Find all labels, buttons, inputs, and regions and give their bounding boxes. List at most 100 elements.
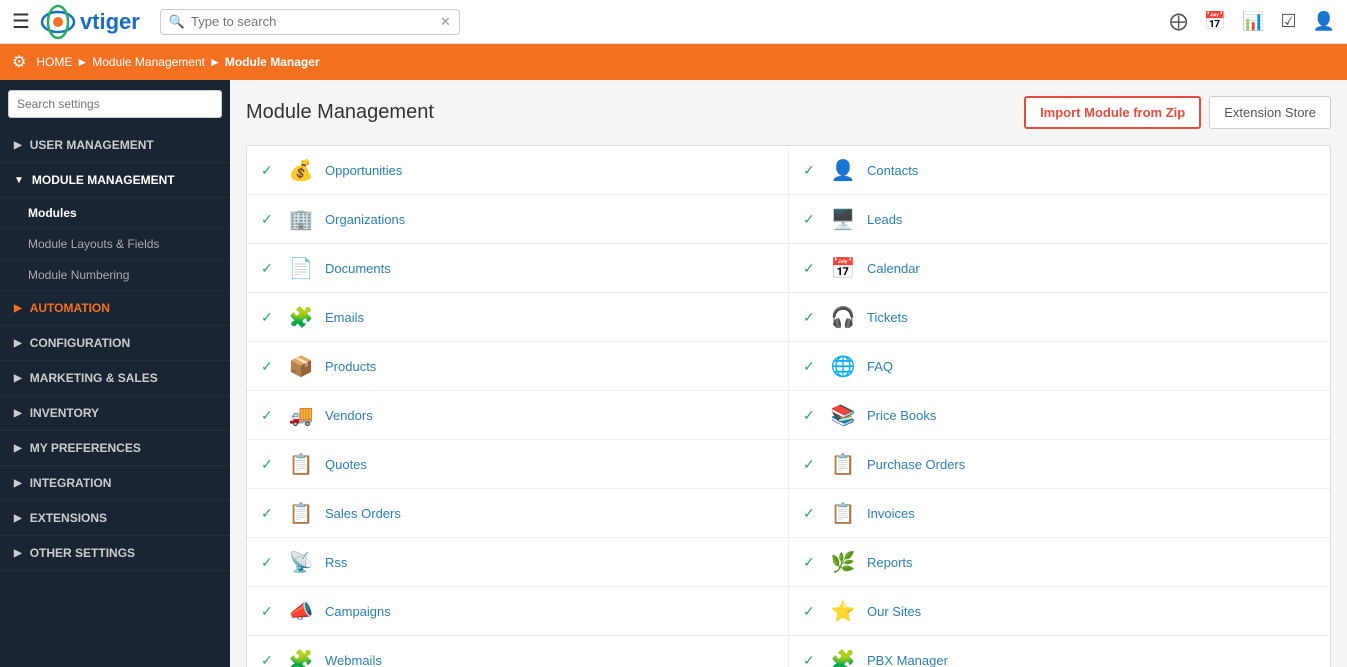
module-link-right-10[interactable]: PBX Manager	[867, 653, 948, 667]
content-header: Module Management Import Module from Zip…	[246, 96, 1331, 129]
table-row: ✓ 🧩 Emails ✓ 🎧 Tickets	[247, 293, 1330, 342]
sidebar-sub-numbering[interactable]: Module Numbering	[0, 260, 230, 291]
sidebar: ▶ USER MANAGEMENT ▼ MODULE MANAGEMENT Mo…	[0, 80, 230, 667]
module-cell-left-7: ✓ 📋 Sales Orders	[247, 489, 789, 537]
module-link-left-0[interactable]: Opportunities	[325, 163, 402, 178]
sidebar-search-container	[0, 80, 230, 128]
gear-icon: ⚙	[12, 52, 26, 72]
breadcrumb-home[interactable]: HOME	[36, 55, 72, 69]
sidebar-item-marketing[interactable]: ▶ MARKETING & SALES	[0, 361, 230, 396]
module-cell-right-2: ✓ 📅 Calendar	[789, 244, 1330, 292]
menu-icon[interactable]: ☰	[12, 9, 30, 34]
module-icon-left-2: 📄	[287, 254, 315, 282]
module-link-left-3[interactable]: Emails	[325, 310, 364, 325]
page-title: Module Management	[246, 101, 434, 124]
module-icon-left-0: 💰	[287, 156, 315, 184]
logo: vtiger	[40, 4, 140, 40]
sidebar-search-input[interactable]	[8, 90, 222, 118]
search-bar[interactable]: 🔍 ✕	[160, 9, 460, 35]
search-input[interactable]	[191, 14, 440, 29]
module-link-right-2[interactable]: Calendar	[867, 261, 920, 276]
module-link-left-5[interactable]: Vendors	[325, 408, 373, 423]
module-icon-right-3: 🎧	[829, 303, 857, 331]
module-cell-left-0: ✓ 💰 Opportunities	[247, 146, 789, 194]
module-link-left-4[interactable]: Products	[325, 359, 376, 374]
module-link-left-8[interactable]: Rss	[325, 555, 347, 570]
module-cell-left-3: ✓ 🧩 Emails	[247, 293, 789, 341]
module-link-left-7[interactable]: Sales Orders	[325, 506, 401, 521]
extension-store-button[interactable]: Extension Store	[1209, 96, 1331, 129]
module-cell-left-4: ✓ 📦 Products	[247, 342, 789, 390]
module-link-right-8[interactable]: Reports	[867, 555, 913, 570]
module-check-right-8: ✓	[803, 554, 819, 571]
chevron-right-icon: ▶	[14, 140, 22, 151]
table-row: ✓ 💰 Opportunities ✓ 👤 Contacts	[247, 146, 1330, 195]
module-link-left-6[interactable]: Quotes	[325, 457, 367, 472]
module-link-right-5[interactable]: Price Books	[867, 408, 936, 423]
module-link-left-9[interactable]: Campaigns	[325, 604, 391, 619]
clear-search-icon[interactable]: ✕	[440, 14, 451, 30]
module-link-right-0[interactable]: Contacts	[867, 163, 918, 178]
breadcrumb-current: Module Manager	[225, 55, 320, 69]
chevron-right-icon-config: ▶	[14, 338, 22, 349]
logo-text: vtiger	[80, 9, 140, 35]
module-grid: ✓ 💰 Opportunities ✓ 👤 Contacts ✓ 🏢 Organ…	[246, 145, 1331, 667]
table-row: ✓ 📣 Campaigns ✓ ⭐ Our Sites	[247, 587, 1330, 636]
sidebar-sub-modules[interactable]: Modules	[0, 198, 230, 229]
calendar-icon[interactable]: 📅	[1204, 11, 1226, 32]
sidebar-item-module-management[interactable]: ▼ MODULE MANAGEMENT	[0, 163, 230, 198]
module-cell-right-7: ✓ 📋 Invoices	[789, 489, 1330, 537]
module-cell-right-6: ✓ 📋 Purchase Orders	[789, 440, 1330, 488]
sidebar-item-other[interactable]: ▶ OTHER SETTINGS	[0, 536, 230, 571]
table-row: ✓ 📋 Quotes ✓ 📋 Purchase Orders	[247, 440, 1330, 489]
module-link-left-1[interactable]: Organizations	[325, 212, 405, 227]
import-module-button[interactable]: Import Module from Zip	[1024, 96, 1201, 129]
table-row: ✓ 📄 Documents ✓ 📅 Calendar	[247, 244, 1330, 293]
sidebar-item-preferences[interactable]: ▶ MY PREFERENCES	[0, 431, 230, 466]
sidebar-sub-layouts[interactable]: Module Layouts & Fields	[0, 229, 230, 260]
module-check-left-0: ✓	[261, 162, 277, 179]
table-row: ✓ 🏢 Organizations ✓ 🖥️ Leads	[247, 195, 1330, 244]
sidebar-item-user-management[interactable]: ▶ USER MANAGEMENT	[0, 128, 230, 163]
module-link-right-6[interactable]: Purchase Orders	[867, 457, 965, 472]
module-check-right-2: ✓	[803, 260, 819, 277]
module-check-right-5: ✓	[803, 407, 819, 424]
sidebar-item-inventory[interactable]: ▶ INVENTORY	[0, 396, 230, 431]
module-icon-right-5: 📚	[829, 401, 857, 429]
breadcrumb-bar: ⚙ HOME ► Module Management ► Module Mana…	[0, 44, 1347, 80]
module-link-right-7[interactable]: Invoices	[867, 506, 915, 521]
sidebar-item-configuration[interactable]: ▶ CONFIGURATION	[0, 326, 230, 361]
module-link-right-3[interactable]: Tickets	[867, 310, 908, 325]
module-icon-right-7: 📋	[829, 499, 857, 527]
module-icon-right-6: 📋	[829, 450, 857, 478]
sidebar-item-automation[interactable]: ▶ AUTOMATION	[0, 291, 230, 326]
module-check-left-10: ✓	[261, 652, 277, 667]
sidebar-item-extensions[interactable]: ▶ EXTENSIONS	[0, 501, 230, 536]
add-icon[interactable]: ⨁	[1170, 11, 1188, 32]
module-link-right-9[interactable]: Our Sites	[867, 604, 921, 619]
table-row: ✓ 🧩 Webmails ✓ 🧩 PBX Manager	[247, 636, 1330, 667]
chevron-right-icon-integration: ▶	[14, 478, 22, 489]
module-link-left-2[interactable]: Documents	[325, 261, 391, 276]
module-check-right-6: ✓	[803, 456, 819, 473]
module-link-right-4[interactable]: FAQ	[867, 359, 893, 374]
sidebar-item-integration[interactable]: ▶ INTEGRATION	[0, 466, 230, 501]
module-check-left-2: ✓	[261, 260, 277, 277]
module-cell-left-6: ✓ 📋 Quotes	[247, 440, 789, 488]
module-check-left-3: ✓	[261, 309, 277, 326]
user-icon[interactable]: 👤	[1313, 11, 1335, 32]
module-icon-left-1: 🏢	[287, 205, 315, 233]
module-icon-right-10: 🧩	[829, 646, 857, 667]
check-icon[interactable]: ☑	[1280, 11, 1296, 32]
chevron-right-icon-marketing: ▶	[14, 373, 22, 384]
module-cell-right-4: ✓ 🌐 FAQ	[789, 342, 1330, 390]
chart-icon[interactable]: 📊	[1242, 11, 1264, 32]
module-link-left-10[interactable]: Webmails	[325, 653, 382, 667]
module-check-right-1: ✓	[803, 211, 819, 228]
chevron-right-icon-ext: ▶	[14, 513, 22, 524]
chevron-right-icon-automation: ▶	[14, 303, 22, 314]
module-link-right-1[interactable]: Leads	[867, 212, 902, 227]
module-icon-left-10: 🧩	[287, 646, 315, 667]
module-cell-left-8: ✓ 📡 Rss	[247, 538, 789, 586]
breadcrumb-module-management[interactable]: Module Management	[92, 55, 205, 69]
